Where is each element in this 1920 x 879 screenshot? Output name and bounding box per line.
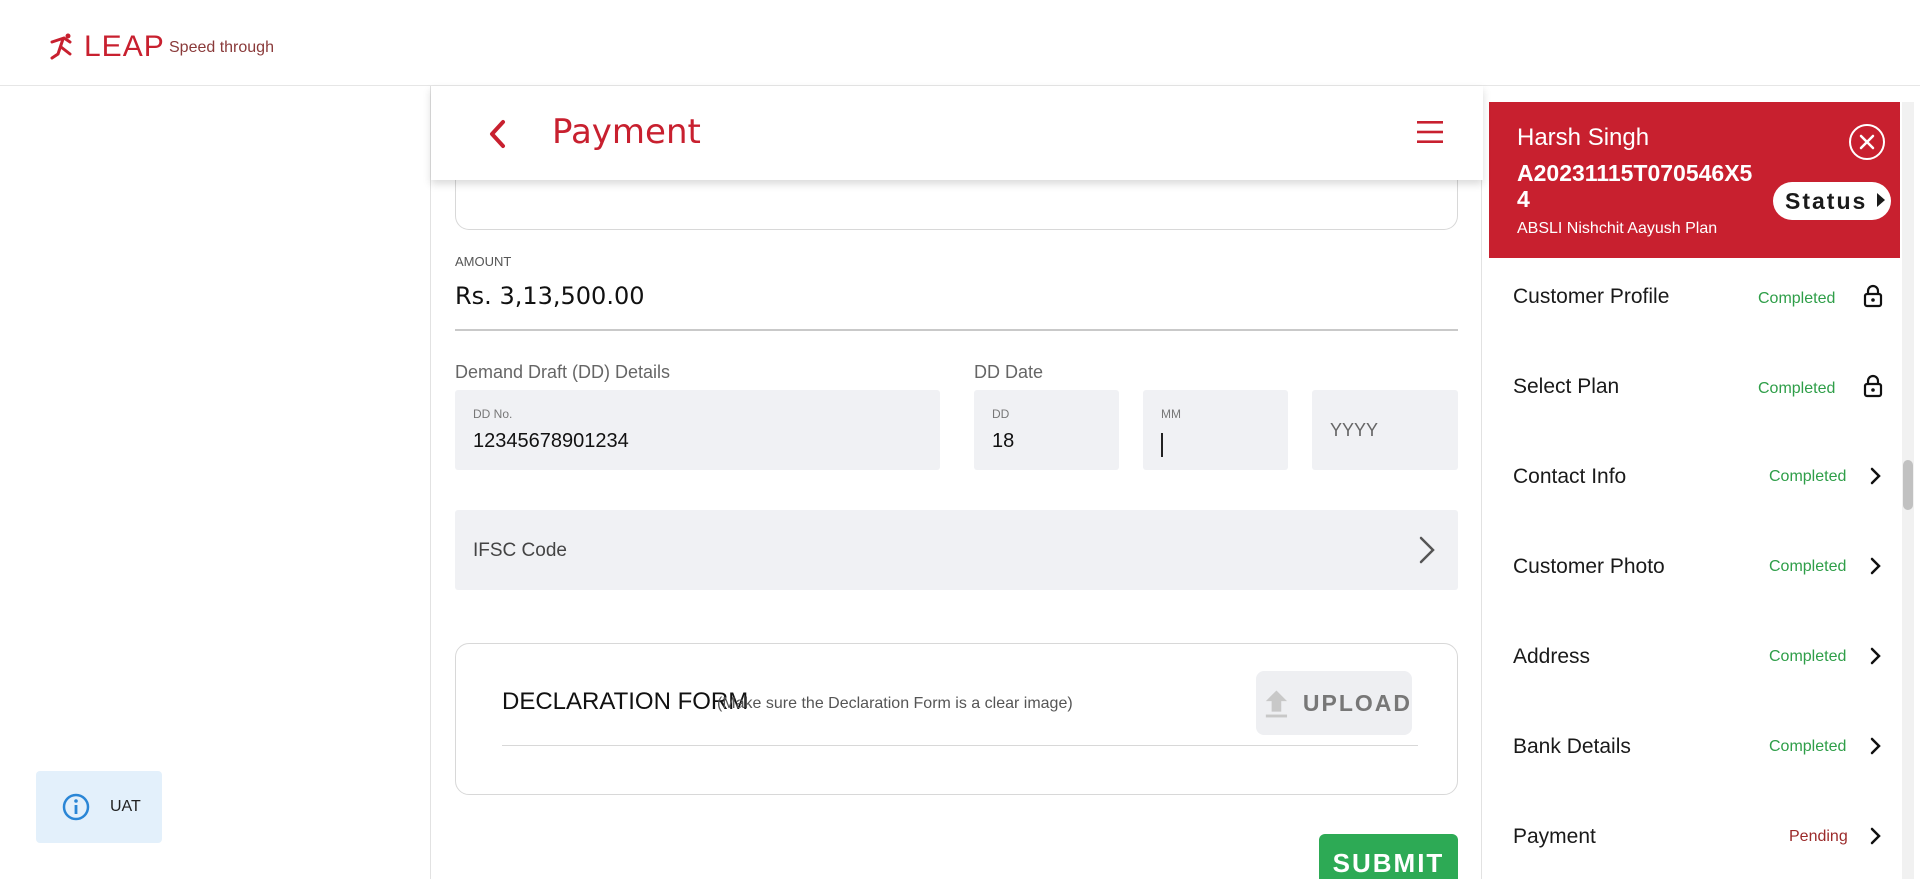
logo-text: LEAP [84,30,165,63]
chevron-right-icon [1870,737,1881,755]
dd-number-value: 12345678901234 [473,430,629,452]
page-header: Payment [431,86,1483,180]
dd-year-placeholder: YYYY [1330,420,1379,440]
declaration-title: DECLARATION FORM [502,688,749,715]
dd-number-field[interactable]: DD No. 12345678901234 [455,390,940,470]
runner-logo-icon [50,33,72,60]
customer-name: Harsh Singh [1517,124,1650,151]
step-address[interactable]: Address Completed [1489,618,1900,708]
step-name: Contact Info [1513,465,1627,488]
close-icon [1859,134,1875,150]
ifsc-code-label: IFSC Code [473,540,567,561]
customer-header: Harsh Singh A20231115T070546X54 ABSLI Ni… [1489,102,1900,258]
info-icon [62,793,90,821]
status-label: Status [1785,188,1868,214]
step-status: Completed [1769,738,1847,755]
submit-button[interactable]: SUBMIT [1319,834,1458,879]
application-id: A20231115T070546X54 [1517,160,1753,212]
amount-value: Rs. 3,13,500.00 [455,282,645,310]
step-customer-photo[interactable]: Customer Photo Completed [1489,528,1900,618]
amount-divider [455,329,1458,331]
dd-day-value: 18 [992,430,1015,452]
close-button[interactable] [1849,124,1885,160]
step-customer-profile[interactable]: Customer Profile Completed [1489,258,1900,348]
leap-logo[interactable]: LEAP [48,30,165,64]
ifsc-code-selector[interactable]: IFSC Code [455,510,1458,590]
environment-badge[interactable]: UAT [36,771,162,843]
dd-day-field[interactable]: DD 18 [974,390,1119,470]
hamburger-menu-icon[interactable] [1415,119,1445,145]
step-status: Completed [1758,380,1836,397]
dd-month-field[interactable]: MM [1143,390,1288,470]
step-name: Bank Details [1513,735,1631,758]
lock-icon [1863,374,1883,398]
step-status: Completed [1769,558,1847,575]
step-contact-info[interactable]: Contact Info Completed [1489,438,1900,528]
upload-button[interactable]: UPLOAD [1256,671,1412,735]
chevron-right-icon [1870,827,1881,845]
step-bank-details[interactable]: Bank Details Completed [1489,708,1900,798]
upload-icon [1265,690,1288,718]
application-summary-panel: Harsh Singh A20231115T070546X54 ABSLI Ni… [1489,102,1900,879]
step-payment[interactable]: Payment Pending [1489,798,1900,879]
chevron-right-icon [1419,536,1435,564]
step-status: Completed [1769,648,1847,665]
step-name: Address [1513,645,1591,668]
status-button[interactable]: Status [1773,182,1891,220]
upload-label: UPLOAD [1302,689,1412,716]
dd-year-field[interactable]: YYYY [1312,390,1458,470]
page-title: Payment [552,112,701,152]
step-name: Payment [1513,825,1596,848]
step-select-plan[interactable]: Select Plan Completed [1489,348,1900,438]
text-caret [1161,433,1163,457]
lock-icon [1863,284,1883,308]
step-status: Completed [1758,290,1836,307]
declaration-hint: (Make sure the Declaration Form is a cle… [717,695,1073,712]
step-status: Completed [1769,468,1847,485]
dd-date-label: DD Date [974,362,1044,382]
payment-panel: Payment AMOUNT Rs. 3,13,500.00 Demand Dr… [430,86,1483,879]
back-button[interactable] [483,116,513,152]
amount-label: AMOUNT [455,254,512,269]
environment-label: UAT [110,798,141,815]
plan-name: ABSLI Nishchit Aayush Plan [1517,220,1718,237]
dd-details-label: Demand Draft (DD) Details [455,362,671,382]
chevron-right-icon [1870,557,1881,575]
chevron-right-icon [1870,647,1881,665]
step-status: Pending [1789,828,1848,845]
step-name: Customer Profile [1513,285,1670,308]
dd-month-label: MM [1161,407,1181,421]
declaration-divider [502,745,1418,746]
top-header: LEAP Speed through [0,0,1920,86]
play-arrow-icon [1877,193,1885,207]
declaration-form-card: DECLARATION FORM (Make sure the Declarat… [455,643,1458,795]
scrollbar-thumb[interactable] [1903,460,1913,510]
step-name: Select Plan [1513,375,1620,398]
tagline: Speed through [169,39,274,56]
dd-number-label: DD No. [473,407,513,421]
step-name: Customer Photo [1513,555,1665,578]
dd-day-label: DD [992,407,1010,421]
chevron-right-icon [1870,467,1881,485]
